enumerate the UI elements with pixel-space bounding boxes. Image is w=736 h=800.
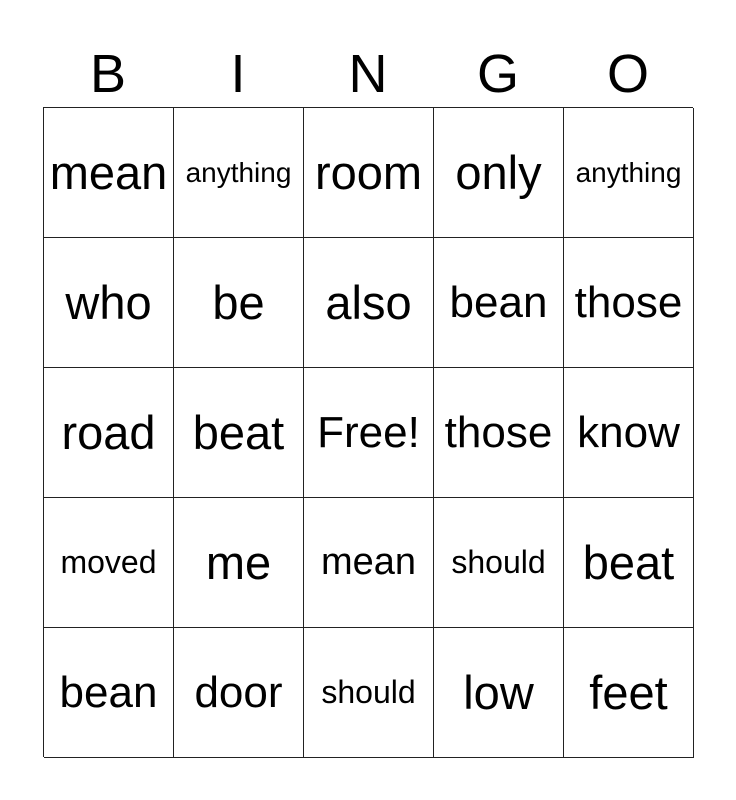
bingo-cell[interactable]: door <box>174 628 304 758</box>
bingo-cell[interactable]: should <box>304 628 434 758</box>
bingo-cell[interactable]: mean <box>44 108 174 238</box>
bingo-cell[interactable]: should <box>434 498 564 628</box>
bingo-grid: mean anything room only anything who be … <box>43 107 694 758</box>
header-letter-b: B <box>89 44 127 104</box>
bingo-cell[interactable]: beat <box>174 368 304 498</box>
bingo-cell[interactable]: bean <box>44 628 174 758</box>
bingo-cell[interactable]: beat <box>564 498 694 628</box>
bingo-cell[interactable]: me <box>174 498 304 628</box>
bingo-cell[interactable]: also <box>304 238 434 368</box>
header-letter-n: N <box>348 44 388 104</box>
bingo-cell[interactable]: those <box>564 238 694 368</box>
bingo-cell[interactable]: anything <box>564 108 694 238</box>
bingo-cell[interactable]: moved <box>44 498 174 628</box>
bingo-cell[interactable]: road <box>44 368 174 498</box>
bingo-cell[interactable]: bean <box>434 238 564 368</box>
bingo-header: B I N G O <box>43 42 693 106</box>
bingo-cell[interactable]: be <box>174 238 304 368</box>
bingo-cell[interactable]: only <box>434 108 564 238</box>
header-letter-g: G <box>476 44 519 104</box>
bingo-cell[interactable]: know <box>564 368 694 498</box>
bingo-cell[interactable]: mean <box>304 498 434 628</box>
header-letter-o: O <box>606 44 649 104</box>
bingo-cell[interactable]: feet <box>564 628 694 758</box>
bingo-cell[interactable]: room <box>304 108 434 238</box>
free-space-cell[interactable]: Free! <box>304 368 434 498</box>
bingo-cell[interactable]: anything <box>174 108 304 238</box>
bingo-cell[interactable]: who <box>44 238 174 368</box>
bingo-cell[interactable]: those <box>434 368 564 498</box>
bingo-cell[interactable]: low <box>434 628 564 758</box>
header-letter-i: I <box>230 44 246 104</box>
